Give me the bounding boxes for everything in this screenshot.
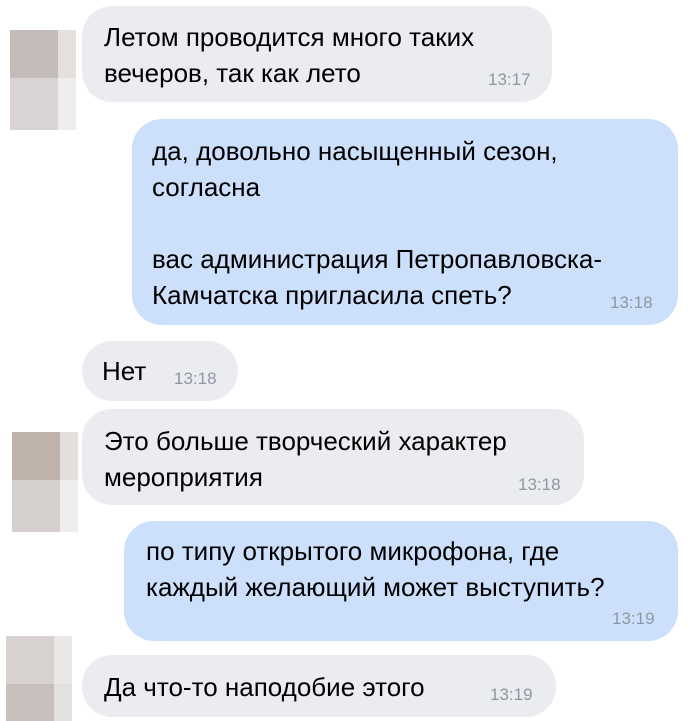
message-bubble-incoming[interactable]: Да что-то наподобие этого 13:19 (82, 655, 556, 717)
message-bubble-outgoing[interactable]: да, довольно насыщенный сезон, согласна … (132, 119, 678, 325)
message-timestamp: 13:17 (488, 70, 531, 89)
message-bubble-incoming[interactable]: Это больше творческий характер мероприят… (82, 409, 584, 505)
message-timestamp: 13:19 (612, 609, 655, 628)
sender-avatar-blurred[interactable] (12, 432, 78, 532)
message-timestamp: 13:18 (518, 475, 561, 494)
message-timestamp: 13:18 (174, 369, 217, 388)
message-text: Это больше творческий характер мероприят… (104, 426, 507, 492)
message-bubble-outgoing[interactable]: по типу открытого микрофона, где каждый … (124, 521, 678, 641)
message-timestamp: 13:19 (490, 685, 533, 704)
message-timestamp: 13:18 (610, 293, 653, 312)
chat-screen: { "messages": [ {"direction": "in", "tex… (0, 0, 700, 721)
message-text: Летом проводится много таких вечеров, та… (104, 22, 475, 88)
message-text: Да что-то наподобие этого (104, 672, 425, 702)
message-bubble-incoming[interactable]: Летом проводится много таких вечеров, та… (82, 6, 552, 102)
message-text: по типу открытого микрофона, где каждый … (146, 536, 605, 602)
message-bubble-incoming[interactable]: Нет 13:18 (82, 341, 238, 401)
sender-avatar-blurred[interactable] (10, 30, 76, 130)
message-text: да, довольно насыщенный сезон, согласна … (152, 136, 603, 310)
sender-avatar-blurred[interactable] (6, 636, 72, 721)
